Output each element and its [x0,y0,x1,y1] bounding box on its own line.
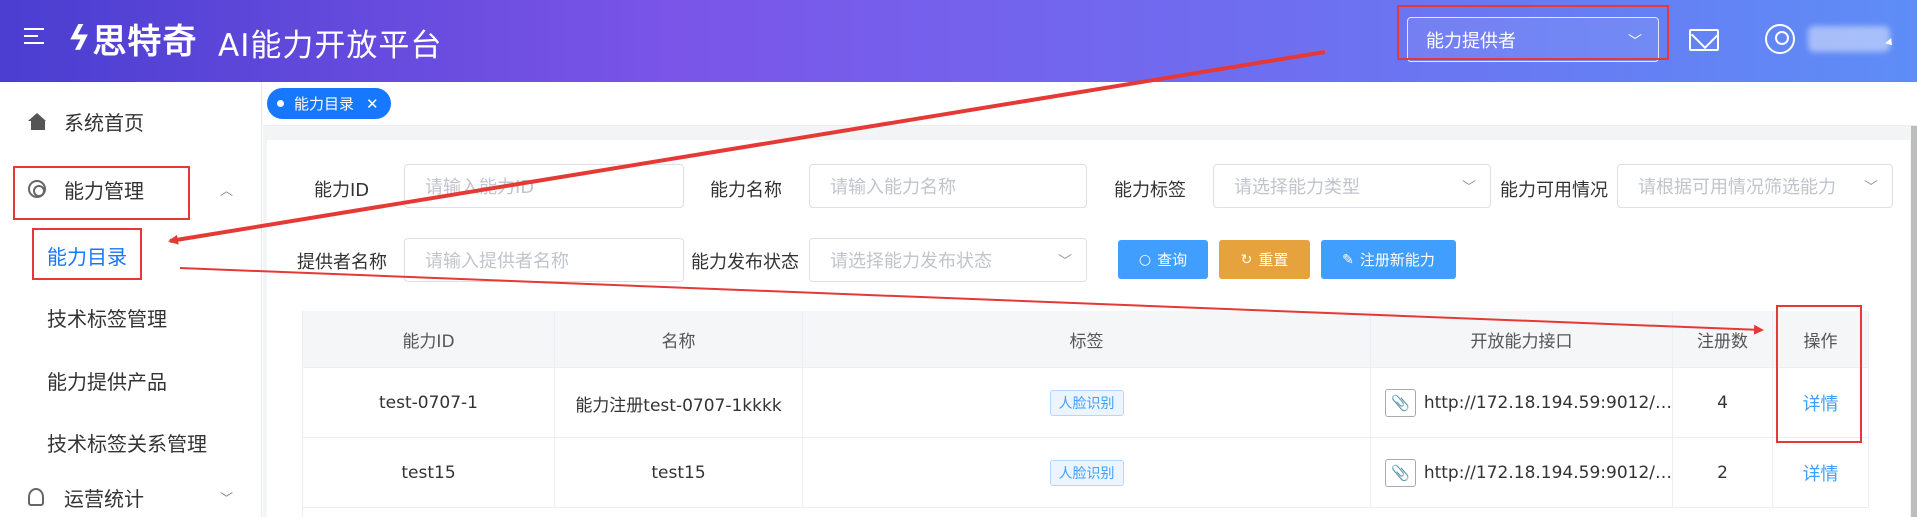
cell-api: 📎 http://172.18.194.59:9012/… [1371,368,1673,438]
paperclip-icon: 📎 [1391,464,1410,482]
page-scrollbar[interactable] [1911,126,1917,517]
cell-api: 📎 http://172.18.194.59:9012/… [1371,438,1673,508]
cell-id: test15 [303,438,555,508]
column-header-name: 名称 [555,311,803,368]
availability-select[interactable]: 请根据可用情况筛选能力 ﹀ [1617,164,1893,208]
column-header-id: 能力ID [303,311,555,368]
sidebar-item-label: 技术标签关系管理 [47,431,207,456]
publish-status-label: 能力发布状态 [691,252,799,273]
mail-icon[interactable] [1689,29,1719,51]
home-icon-body [31,121,45,130]
availability-label: 能力可用情况 [1500,180,1608,201]
search-icon: ○ [1138,251,1152,268]
publish-status-select[interactable]: 请选择能力发布状态 ﹀ [809,238,1087,282]
table-row: test15 test15 人脸识别 📎 http://172.18.194.5… [303,438,1869,508]
logo-text: 思特奇 [92,22,198,62]
sidebar-item-label: 运营统计 [64,486,144,511]
provider-name-placeholder: 请输入提供者名称 [425,251,569,272]
chevron-down-icon: ﹀ [1864,180,1878,196]
paperclip-icon: 📎 [1391,394,1410,412]
user-stats-icon [28,488,44,506]
logo-lightning-icon: ϟ [68,18,91,59]
ability-id-input[interactable]: 请输入能力ID [404,164,684,208]
provider-name-input[interactable]: 请输入提供者名称 [404,238,684,282]
platform-title: AI能力开放平台 [218,28,443,64]
column-header-api: 开放能力接口 [1371,311,1673,368]
sidebar-item-label: 系统首页 [64,110,144,135]
cell-name: test15 [555,438,803,508]
sidebar-item-label: 能力提供产品 [47,369,167,394]
chevron-down-icon: ﹀ [1462,180,1476,196]
chevron-down-icon: ﹀ [1058,254,1072,270]
tab-ability-catalog[interactable]: 能力目录 ✕ [267,88,391,119]
cell-count: 4 [1673,368,1773,438]
sidebar-item-home[interactable]: 系统首页 [0,96,262,146]
details-link[interactable]: 详情 [1803,460,1839,486]
ability-tag-placeholder: 请选择能力类型 [1234,177,1360,198]
edit-icon: ✎ [1342,251,1354,268]
annotation-box-ability-management [13,166,190,220]
api-url: http://172.18.194.59:9012/… [1423,393,1672,413]
ability-tag-label: 能力标签 [1114,180,1186,201]
annotation-box-action-column [1776,305,1862,443]
table-header: 能力ID 名称 标签 开放能力接口 注册数 操作 [303,311,1869,368]
table-row: test-0707-1 能力注册test-0707-1kkkk 人脸识别 📎 h… [303,368,1869,438]
tabs-bar: 能力目录 ✕ [263,82,1917,126]
register-ability-button[interactable]: ✎ 注册新能力 [1321,240,1456,279]
sidebar-item-ability-products[interactable]: 能力提供产品 [0,355,262,405]
home-icon [28,113,46,121]
tab-active-dot-icon [277,100,284,107]
cell-id: test-0707-1 [303,368,555,438]
chevron-up-icon: ︿ [220,183,234,199]
ability-id-placeholder: 请输入能力ID [425,177,535,198]
sidebar: 系统首页 能力管理 ︿ 能力目录 技术标签管理 能力提供产品 技术标签关系管理 … [0,82,262,517]
cell-tag: 人脸识别 [803,438,1371,508]
annotation-box-role-select [1397,5,1669,60]
chevron-down-icon: ﹀ [220,491,234,507]
sidebar-item-label: 技术标签管理 [47,306,167,331]
ability-tag-select[interactable]: 请选择能力类型 ﹀ [1213,164,1491,208]
refresh-icon: ↻ [1240,251,1253,268]
copy-link-button[interactable]: 📎 [1385,459,1416,487]
tag-badge: 人脸识别 [1049,390,1124,416]
api-url: http://172.18.194.59:9012/… [1423,463,1672,483]
cell-count: 2 [1673,438,1773,508]
column-header-count: 注册数 [1673,311,1773,368]
sidebar-item-tech-tag-management[interactable]: 技术标签管理 [0,292,262,342]
availability-placeholder: 请根据可用情况筛选能力 [1638,177,1836,198]
logo: ϟ 思特奇 [68,14,197,63]
annotation-box-ability-catalog [32,228,142,280]
sidebar-item-tech-tag-relations[interactable]: 技术标签关系管理 [0,417,262,467]
tag-badge: 人脸识别 [1049,460,1124,486]
cell-action: 详情 [1773,438,1869,508]
ability-table: 能力ID 名称 标签 开放能力接口 注册数 操作 test-0707-1 能力注… [302,311,1869,517]
user-name-blurred[interactable] [1808,26,1890,52]
provider-name-label: 提供者名称 [297,252,387,273]
menu-toggle-icon[interactable] [24,28,48,48]
reset-button[interactable]: ↻ 重置 [1219,240,1310,279]
cell-name: 能力注册test-0707-1kkkk [555,368,803,438]
query-button[interactable]: ○ 查询 [1118,240,1208,279]
user-avatar-icon[interactable] [1765,24,1795,54]
cell-tag: 人脸识别 [803,368,1371,438]
close-icon[interactable]: ✕ [366,95,379,113]
publish-status-placeholder: 请选择能力发布状态 [830,251,992,272]
ability-name-placeholder: 请输入能力名称 [830,177,956,198]
ability-id-label: 能力ID [314,180,370,201]
tab-label: 能力目录 [294,95,355,113]
ability-name-label: 能力名称 [710,180,782,201]
copy-link-button[interactable]: 📎 [1385,389,1416,417]
sidebar-item-operation-stats[interactable]: 运营统计 ﹀ [0,472,262,517]
column-header-tag: 标签 [803,311,1371,368]
ability-name-input[interactable]: 请输入能力名称 [809,164,1087,208]
query-button-label: 查询 [1157,251,1188,269]
reset-button-label: 重置 [1258,251,1289,269]
register-button-label: 注册新能力 [1359,251,1435,269]
